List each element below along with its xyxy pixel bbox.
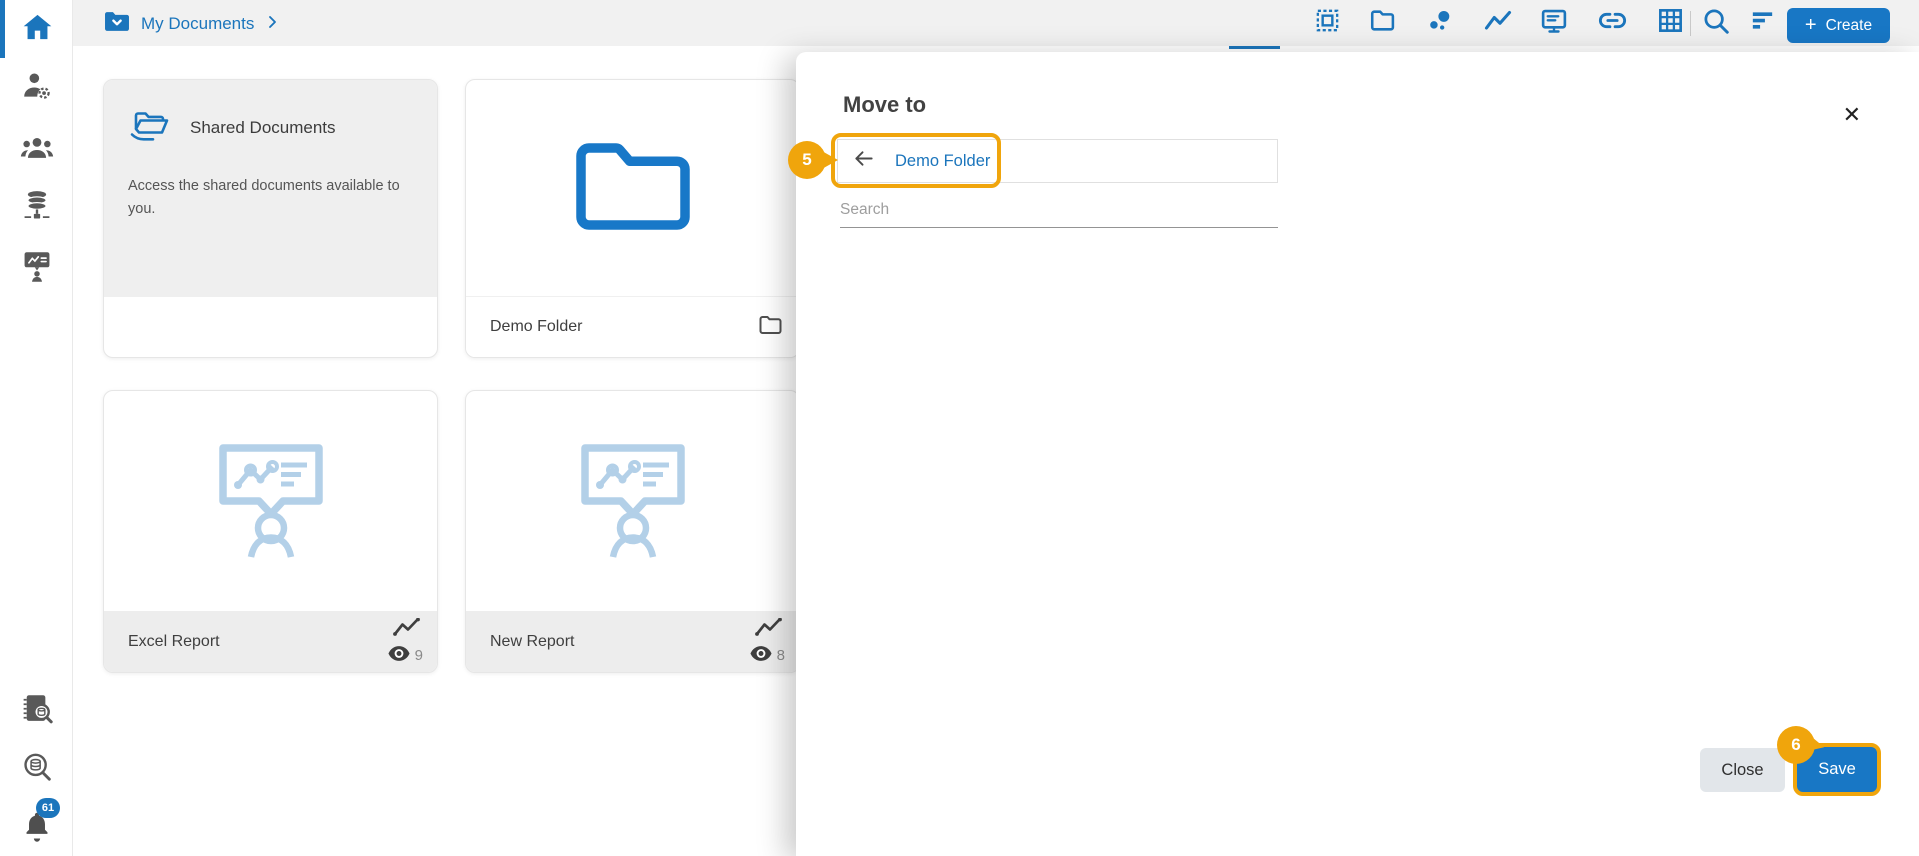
search-icon	[1701, 6, 1731, 41]
toolbar-divider	[1690, 11, 1691, 36]
eye-icon	[388, 646, 410, 665]
home-icon	[22, 12, 53, 48]
folder-icon	[1368, 6, 1397, 40]
move-target-folder-label: Demo Folder	[895, 151, 991, 170]
database-search-icon	[21, 751, 54, 790]
card-excel-report[interactable]: Excel Report 9	[103, 390, 438, 673]
back-arrow-icon	[852, 147, 875, 175]
move-to-modal: Move to ✕ Demo Folder Close Save 5 6	[788, 52, 1919, 856]
line-chart-icon	[1483, 6, 1513, 41]
chevron-right-icon	[264, 14, 280, 35]
breadcrumb-label: My Documents	[141, 14, 255, 33]
toolbar-folder-button[interactable]	[1366, 7, 1398, 39]
toolbar-presentation-button[interactable]	[1538, 7, 1570, 39]
search-input[interactable]	[840, 192, 1278, 228]
select-grid-icon	[1313, 6, 1342, 40]
presentation-list-icon	[1539, 6, 1569, 41]
view-count: 9	[414, 647, 423, 664]
sidebar-item-home[interactable]	[17, 10, 57, 50]
annotation-tail-step5	[820, 150, 838, 170]
small-folder-icon	[759, 315, 783, 340]
plus-icon: +	[1804, 13, 1817, 36]
card-description: Access the shared documents available to…	[128, 178, 400, 217]
report-preview-icon	[577, 440, 689, 565]
card-new-report[interactable]: New Report 8	[465, 390, 800, 673]
close-button[interactable]: Close	[1700, 748, 1785, 792]
move-target-folder-row[interactable]: Demo Folder	[837, 139, 1278, 183]
toolbar-link-button[interactable]	[1596, 7, 1628, 39]
create-button-label: Create	[1825, 16, 1873, 34]
report-presentation-icon	[21, 249, 53, 288]
sidebar-item-reports[interactable]	[17, 248, 57, 288]
notebook-search-icon	[20, 692, 54, 733]
eye-icon	[750, 646, 772, 665]
breadcrumb[interactable]: My Documents	[103, 9, 280, 39]
bubble-chart-icon	[1425, 6, 1454, 40]
card-label: Excel Report	[128, 632, 220, 650]
card-demo-folder[interactable]: Demo Folder	[465, 79, 800, 358]
sidebar-item-database[interactable]	[17, 188, 57, 228]
save-button[interactable]: Save	[1793, 743, 1881, 796]
notification-badge: 61	[36, 798, 60, 818]
trend-icon	[391, 617, 423, 644]
card-new-body	[466, 391, 799, 613]
topbar: My Documents + Create	[73, 0, 1919, 46]
card-footer: Demo Folder	[466, 296, 799, 357]
toolbar-select-grid-button[interactable]	[1311, 7, 1343, 39]
card-excel-body	[104, 391, 437, 613]
large-folder-icon	[572, 139, 694, 239]
sidebar-item-data-search[interactable]	[17, 750, 57, 790]
card-footer: New Report 8	[466, 611, 799, 672]
card-shared-documents[interactable]: Shared Documents Access the shared docum…	[103, 79, 438, 358]
view-count: 8	[776, 647, 785, 664]
people-icon	[20, 131, 54, 170]
user-gear-icon	[21, 70, 53, 107]
breadcrumb-folder-icon	[103, 9, 131, 39]
trend-icon	[753, 617, 785, 644]
card-label: New Report	[490, 632, 575, 650]
close-icon[interactable]: ✕	[1843, 104, 1861, 126]
table-grid-icon	[1656, 6, 1685, 40]
shared-folder-icon	[128, 106, 174, 149]
toolbar-search-button[interactable]	[1700, 7, 1732, 39]
card-footer: Excel Report 9	[104, 611, 437, 672]
card-footer	[104, 296, 437, 357]
database-network-icon	[21, 189, 53, 228]
report-preview-icon	[215, 440, 327, 565]
link-icon	[1597, 5, 1628, 41]
card-demo-body	[466, 80, 799, 297]
sort-icon	[1748, 6, 1777, 40]
sidebar-item-people[interactable]	[17, 130, 57, 170]
toolbar-line-chart-button[interactable]	[1482, 7, 1514, 39]
sidebar-item-user-settings[interactable]	[17, 68, 57, 108]
toolbar-table-grid-button[interactable]	[1654, 7, 1686, 39]
modal-title: Move to	[843, 92, 927, 117]
sidebar-item-document-audit[interactable]	[17, 692, 57, 732]
create-button[interactable]: + Create	[1787, 8, 1890, 43]
toolbar-bubble-chart-button[interactable]	[1423, 7, 1455, 39]
card-title: Shared Documents	[190, 117, 336, 137]
active-nav-indicator	[0, 0, 5, 58]
toolbar-sort-button[interactable]	[1746, 7, 1778, 39]
sidebar: 61	[0, 0, 73, 856]
card-shared-body: Shared Documents Access the shared docum…	[104, 80, 437, 297]
card-label: Demo Folder	[490, 318, 583, 335]
